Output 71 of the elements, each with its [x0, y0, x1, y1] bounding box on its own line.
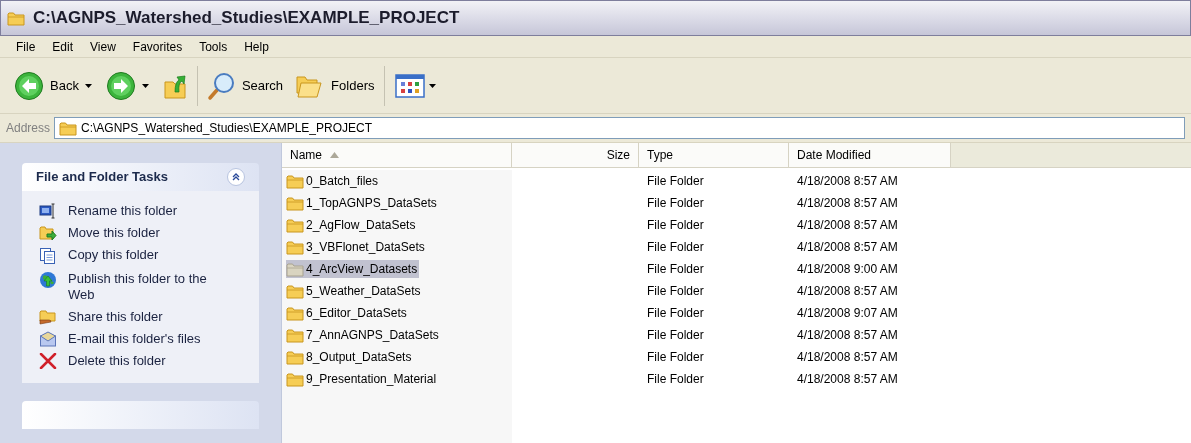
folder-icon — [59, 120, 78, 136]
table-cell-text: 4/18/2008 8:57 AM — [796, 195, 899, 212]
table-cell-text: 4/18/2008 8:57 AM — [796, 217, 899, 234]
column-header[interactable]: Type — [639, 143, 789, 167]
documents-icon — [39, 247, 57, 265]
table-cell-text: File Folder — [646, 371, 705, 388]
sort-arrow-icon — [330, 152, 339, 158]
folder-icon — [7, 10, 25, 26]
search-icon — [205, 70, 236, 101]
folder-icon — [286, 261, 304, 277]
task-panel-title: File and Folder Tasks — [36, 168, 168, 187]
table-cell-text: File Folder — [646, 349, 705, 366]
table-cell-text: 4/18/2008 8:57 AM — [796, 371, 899, 388]
table-cell-text: 4/18/2008 9:00 AM — [796, 261, 899, 278]
table-cell-text: File Folder — [646, 327, 705, 344]
task-link[interactable]: Copy this folder — [68, 247, 228, 263]
menu-item[interactable]: Edit — [44, 37, 82, 56]
caret-icon — [429, 83, 437, 88]
table-cell-text: 4/18/2008 8:57 AM — [796, 327, 899, 344]
menu-item[interactable]: View — [82, 37, 124, 56]
folders-button[interactable]: Folders — [295, 65, 375, 106]
table-cell-text: File Folder — [646, 261, 705, 278]
search-button[interactable]: Search — [205, 65, 284, 106]
chevron-icon — [232, 173, 240, 181]
folder-name[interactable]: 4_ArcView_Datasets — [286, 260, 420, 278]
table-cell-text: 4/18/2008 8:57 AM — [796, 173, 899, 190]
table-cell-text: 4/18/2008 9:07 AM — [796, 305, 899, 322]
menu-item[interactable]: File — [8, 37, 44, 56]
folder-arrow-icon — [39, 225, 57, 241]
table-cell-text: File Folder — [646, 195, 705, 212]
caret-icon — [141, 83, 149, 88]
address-field[interactable]: C:\AGNPS_Watershed_Studies\EXAMPLE_PROJECT — [54, 117, 1185, 139]
window-title: C:\AGNPS_Watershed_Studies\EXAMPLE_PROJECT — [33, 7, 460, 30]
menu-item[interactable]: Tools — [191, 37, 236, 56]
column-header[interactable]: Size — [512, 143, 639, 167]
envelope-icon — [39, 331, 57, 347]
address-label: Address — [6, 120, 51, 137]
folder-icon — [286, 371, 304, 387]
folder-icon — [286, 217, 304, 233]
folder-icon — [286, 283, 304, 299]
x-icon — [39, 353, 57, 369]
menu-item[interactable]: Help — [236, 37, 277, 56]
column-header[interactable]: Name — [282, 143, 512, 167]
folder-icon — [286, 327, 304, 343]
task-link[interactable]: Share this folder — [68, 309, 228, 325]
monitor-icon — [39, 203, 57, 219]
folder-icon — [286, 239, 304, 255]
table-cell-text: File Folder — [646, 283, 705, 300]
collapse-button[interactable] — [227, 168, 245, 186]
back-button[interactable]: Back — [14, 65, 92, 106]
task-link[interactable]: Delete this folder — [68, 353, 228, 369]
table-cell-text: File Folder — [646, 173, 705, 190]
task-link[interactable]: E-mail this folder's files — [68, 331, 228, 347]
folder-icon — [286, 195, 304, 211]
folder-icon — [286, 173, 304, 189]
folder-icon — [286, 349, 304, 365]
table-cell-text: 4/18/2008 8:57 AM — [796, 239, 899, 256]
task-panel-header[interactable]: File and Folder Tasks — [22, 163, 259, 191]
grid-view-icon — [395, 72, 426, 99]
task-link[interactable]: Move this folder — [68, 225, 228, 241]
folder-icon — [286, 305, 304, 321]
table-cell-text: File Folder — [646, 305, 705, 322]
table-cell-text: File Folder — [646, 217, 705, 234]
caret-icon — [84, 83, 92, 88]
task-link[interactable]: Rename this folder — [68, 203, 228, 219]
table-cell-text: File Folder — [646, 239, 705, 256]
table-cell-text: 4/18/2008 8:57 AM — [796, 349, 899, 366]
folder-hand-icon — [39, 309, 57, 325]
table-cell-text: 4/18/2008 8:57 AM — [796, 283, 899, 300]
menu-item[interactable]: Favorites — [124, 37, 191, 56]
task-link[interactable]: Publish this folder to the Web — [68, 271, 228, 303]
